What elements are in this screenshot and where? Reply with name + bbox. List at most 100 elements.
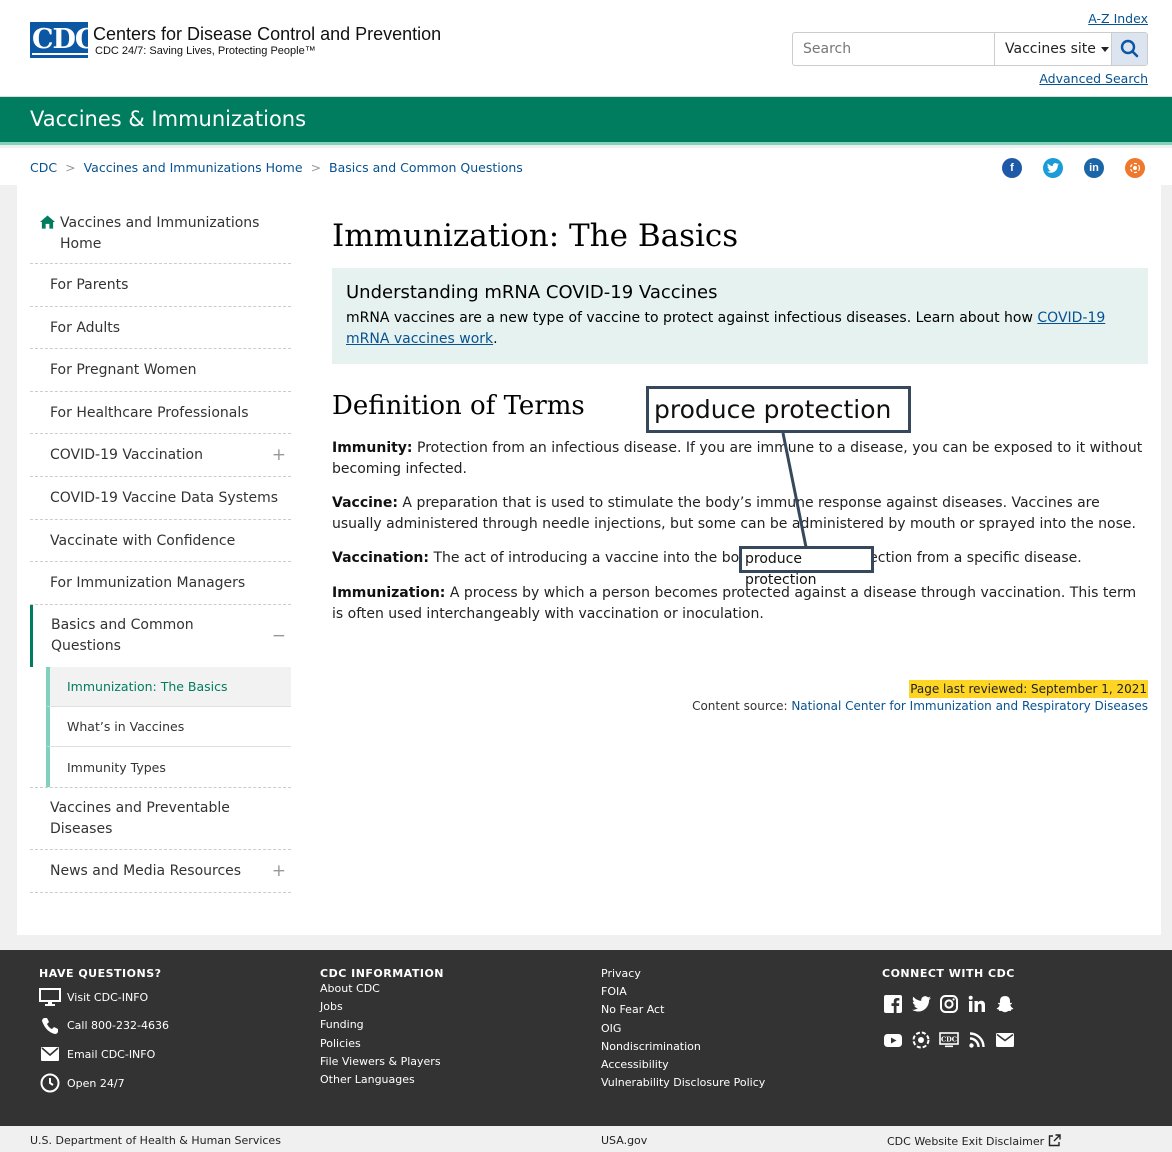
facebook-icon[interactable] <box>883 994 903 1014</box>
external-link-icon <box>1048 1134 1061 1147</box>
sidebar-subitem-label: Immunity Types <box>67 759 166 775</box>
twitter-icon[interactable] <box>911 994 931 1014</box>
sidebar-item-label: Vaccines and Preventable Diseases <box>50 799 230 837</box>
footer-connect: CONNECT WITH CDC CDC <box>882 967 1015 1050</box>
footer-link-policies[interactable]: Policies <box>320 1035 444 1053</box>
search-button[interactable] <box>1111 33 1147 65</box>
advanced-search-link[interactable]: Advanced Search <box>1039 71 1148 86</box>
sidebar-item-pregnant-women[interactable]: For Pregnant Women <box>30 349 291 392</box>
footer-link-funding[interactable]: Funding <box>320 1016 444 1034</box>
phone-icon <box>39 1017 61 1035</box>
search-scope-select[interactable]: Vaccines site <box>994 33 1110 65</box>
email-icon[interactable] <box>995 1030 1015 1050</box>
content-source-link[interactable]: National Center for Immunization and Res… <box>791 699 1148 713</box>
instagram-icon[interactable] <box>939 994 959 1014</box>
breadcrumb-vaccines-home[interactable]: Vaccines and Immunizations Home <box>84 160 303 175</box>
breadcrumb-separator: > <box>310 160 322 175</box>
az-index-link[interactable]: A-Z Index <box>1088 11 1148 26</box>
cdc-tv-icon[interactable]: CDC <box>939 1030 959 1050</box>
sidebar-item-diseases[interactable]: Vaccines and Preventable Diseases <box>30 787 291 850</box>
sidebar-subitem-immunity-types[interactable]: Immunity Types <box>46 747 291 787</box>
youtube-icon[interactable] <box>883 1030 903 1050</box>
sidebar-item-home[interactable]: Vaccines and Immunizations Home <box>30 205 291 264</box>
sidebar-item-label: For Adults <box>50 319 121 336</box>
open-hours: Open 24/7 <box>39 1069 169 1098</box>
sidebar-item-covid-data[interactable]: COVID-19 Vaccine Data Systems <box>30 477 291 520</box>
expand-icon[interactable]: + <box>272 861 286 881</box>
breadcrumb-separator: > <box>65 160 76 175</box>
footer-cdc-information: CDC INFORMATION About CDC Jobs Funding P… <box>320 967 444 1089</box>
breadcrumb-cdc[interactable]: CDC <box>30 160 57 175</box>
footer-link-about[interactable]: About CDC <box>320 980 444 998</box>
cdc-logo[interactable]: CDC <box>30 22 96 58</box>
footer-link-file-viewers[interactable]: File Viewers & Players <box>320 1053 444 1071</box>
side-navigation: Vaccines and Immunizations Home For Pare… <box>30 205 291 893</box>
page-title: Immunization: The Basics <box>332 218 739 254</box>
definitions-heading: Definition of Terms <box>332 391 585 421</box>
hhs-link[interactable]: U.S. Department of Health & Human Servic… <box>30 1134 281 1147</box>
sidebar-item-label: COVID-19 Vaccine Data Systems <box>50 490 279 506</box>
sidebar-item-label: COVID-19 Vaccination <box>50 447 203 463</box>
sidebar-item-news[interactable]: News and Media Resources + <box>30 850 291 893</box>
annotation-callout-large: produce protection <box>646 386 911 433</box>
search-form: Vaccines site <box>792 32 1148 66</box>
site-footer: HAVE QUESTIONS? Visit CDC-INFO Call 800-… <box>0 950 1172 1126</box>
footer-link-no-fear[interactable]: No Fear Act <box>601 1001 765 1019</box>
footer-info-heading: CDC INFORMATION <box>320 967 444 980</box>
expand-icon[interactable]: + <box>272 445 286 465</box>
footer-link-jobs[interactable]: Jobs <box>320 998 444 1016</box>
content-source: Content source: National Center for Immu… <box>692 699 1148 713</box>
sidebar-item-confidence[interactable]: Vaccinate with Confidence <box>30 520 291 562</box>
pinterest-icon[interactable] <box>911 1030 931 1050</box>
sidebar-subitem-label: Immunization: The Basics <box>67 679 228 694</box>
linkedin-icon[interactable]: in <box>1084 158 1104 178</box>
annotation-highlight-box: produce protection <box>739 546 874 588</box>
email-icon <box>39 1047 61 1062</box>
breadcrumb-basics[interactable]: Basics and Common Questions <box>329 160 523 175</box>
mrna-callout: Understanding mRNA COVID-19 Vaccines mRN… <box>332 268 1148 364</box>
visit-cdc-info-link[interactable]: Visit CDC-INFO <box>39 983 169 1012</box>
site-title[interactable]: Vaccines & Immunizations <box>30 107 306 131</box>
org-tagline: CDC 24/7: Saving Lives, Protecting Peopl… <box>95 45 316 57</box>
footer-link-foia[interactable]: FOIA <box>601 983 765 1001</box>
snapchat-icon[interactable] <box>995 994 1015 1014</box>
usa-gov-link[interactable]: USA.gov <box>601 1134 647 1147</box>
linkedin-icon[interactable] <box>967 994 987 1014</box>
sidebar-item-basics[interactable]: Basics and Common Questions − <box>30 605 291 667</box>
exit-disclaimer-link[interactable]: CDC Website Exit Disclaimer <box>887 1134 1061 1148</box>
footer-link-accessibility[interactable]: Accessibility <box>601 1056 765 1074</box>
email-cdc-link[interactable]: Email CDC-INFO <box>39 1040 169 1069</box>
svg-text:CDC: CDC <box>941 1036 957 1044</box>
sidebar-subitem-whats-in-vaccines[interactable]: What’s in Vaccines <box>46 707 291 747</box>
sidebar-item-covid-vaccination[interactable]: COVID-19 Vaccination + <box>30 434 291 477</box>
footer-link-nondiscrimination[interactable]: Nondiscrimination <box>601 1038 765 1056</box>
syndicate-icon[interactable] <box>1125 158 1145 178</box>
footer-more-links: Privacy FOIA No Fear Act OIG Nondiscrimi… <box>601 965 765 1092</box>
org-name[interactable]: Centers for Disease Control and Preventi… <box>93 24 441 45</box>
footer-link-vulnerability[interactable]: Vulnerability Disclosure Policy <box>601 1074 765 1092</box>
chevron-down-icon <box>1100 46 1109 52</box>
call-cdc-link[interactable]: Call 800-232-4636 <box>39 1012 169 1041</box>
search-icon <box>1120 39 1139 58</box>
search-input[interactable] <box>793 33 993 65</box>
footer-link-languages[interactable]: Other Languages <box>320 1071 444 1089</box>
sidebar-item-adults[interactable]: For Adults <box>30 307 291 349</box>
term-immunity: Immunity: Protection from an infectious … <box>332 440 1143 477</box>
sidebar-item-healthcare[interactable]: For Healthcare Professionals <box>30 392 291 434</box>
sidebar-item-parents[interactable]: For Parents <box>30 264 291 307</box>
footer-connect-heading: CONNECT WITH CDC <box>882 967 1015 980</box>
collapse-icon[interactable]: − <box>272 626 286 646</box>
footer-link-privacy[interactable]: Privacy <box>601 965 765 983</box>
site-header: CDC Centers for Disease Control and Prev… <box>0 0 1172 97</box>
rss-icon[interactable] <box>967 1030 987 1050</box>
sidebar-item-label: Vaccinate with Confidence <box>50 532 236 549</box>
site-title-bar: Vaccines & Immunizations <box>0 97 1172 145</box>
sidebar-item-managers[interactable]: For Immunization Managers <box>30 562 291 605</box>
footer-questions-heading: HAVE QUESTIONS? <box>39 967 162 980</box>
sidebar-subitem-basics[interactable]: Immunization: The Basics <box>46 667 291 707</box>
facebook-icon[interactable]: f <box>1002 158 1022 178</box>
footer-link-oig[interactable]: OIG <box>601 1020 765 1038</box>
callout-title: Understanding mRNA COVID-19 Vaccines <box>346 282 718 303</box>
page-reviewed-date: Page last reviewed: September 1, 2021 <box>909 680 1148 698</box>
twitter-icon[interactable] <box>1043 158 1063 178</box>
